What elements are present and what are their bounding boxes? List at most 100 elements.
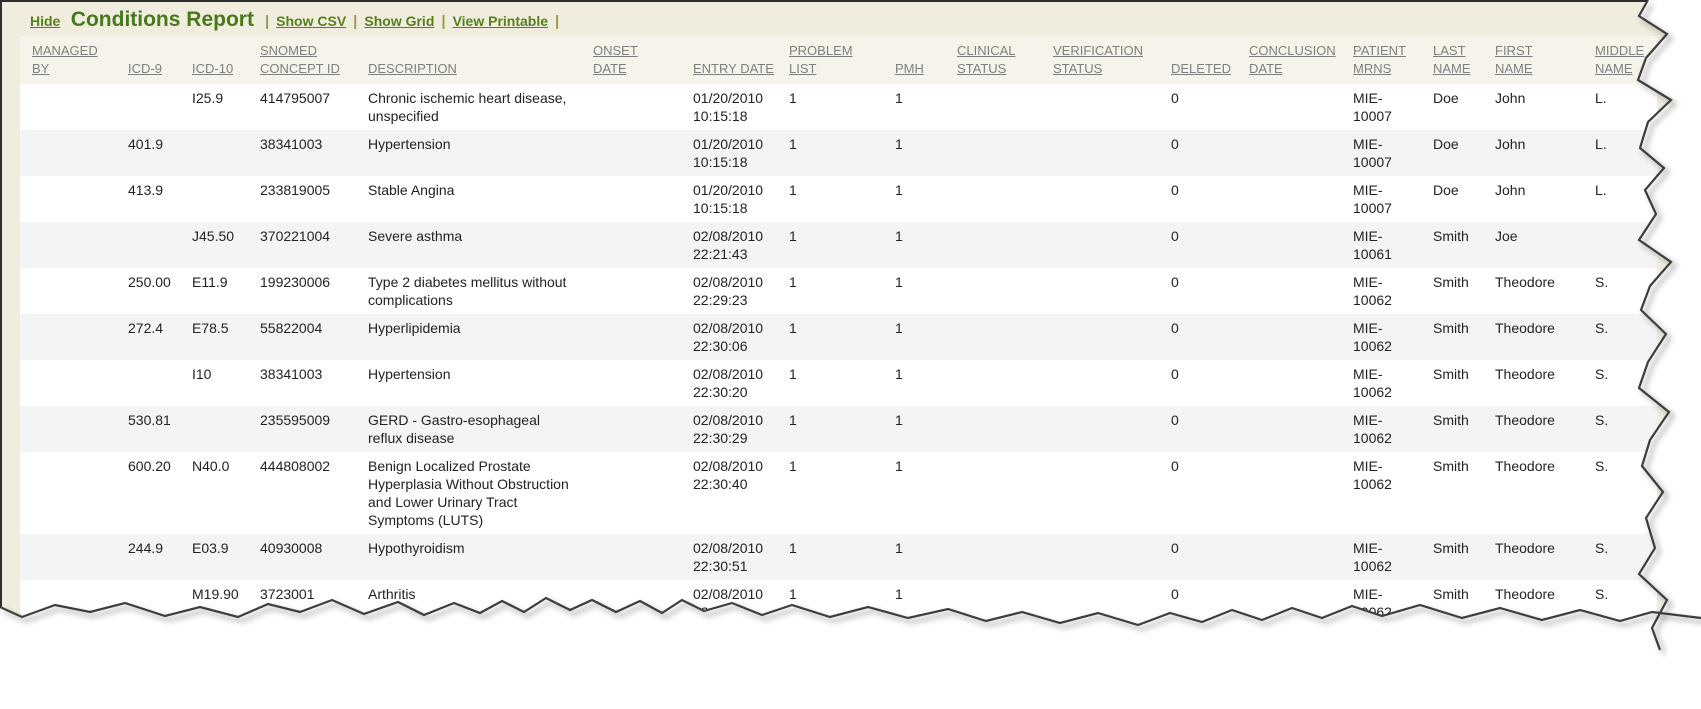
cell-snomed_concept_id: 233819005 xyxy=(252,176,360,222)
column-header-label: FIRST xyxy=(1495,42,1579,60)
cell-description: Type 2 diabetes mellitus without complic… xyxy=(360,268,585,314)
column-header-deleted[interactable]: DELETED xyxy=(1163,36,1241,84)
cell-text: John xyxy=(1495,89,1579,107)
cell-text: John xyxy=(1495,181,1579,199)
cell-text: 0 xyxy=(1171,181,1233,199)
cell-text: 1 xyxy=(895,135,941,153)
cell-last_name: Smith xyxy=(1425,314,1487,360)
cell-icd10 xyxy=(184,176,252,222)
cell-first_name: Theodore xyxy=(1487,314,1587,360)
cell-verification_status xyxy=(1045,360,1163,406)
column-header-label: LIST xyxy=(789,60,879,78)
cell-middle_name: S. xyxy=(1587,534,1657,580)
cell-text: 0 xyxy=(1171,585,1233,603)
cell-onset_date xyxy=(585,314,685,360)
link-separator: | xyxy=(346,13,364,30)
cell-text: 1 xyxy=(789,89,879,107)
cell-text: S. xyxy=(1595,319,1649,337)
column-header-icd10[interactable]: ICD-10 xyxy=(184,36,252,84)
cell-text: I10 xyxy=(192,365,244,383)
cell-last_name: Doe xyxy=(1425,130,1487,176)
column-header-last_name[interactable]: LASTNAME xyxy=(1425,36,1487,84)
column-header-label: DESCRIPTION xyxy=(368,60,577,78)
cell-snomed_concept_id: 38341003 xyxy=(252,130,360,176)
column-header-verification_status[interactable]: VERIFICATIONSTATUS xyxy=(1045,36,1163,84)
column-header-label: STATUS xyxy=(957,60,1037,78)
cell-icd9: 272.4 xyxy=(120,314,184,360)
cell-text: Theodore xyxy=(1495,365,1579,383)
cell-patient_mrns: MIE-10062 xyxy=(1345,452,1425,534)
cell-managed_by xyxy=(20,580,120,626)
cell-conclusion_date xyxy=(1241,130,1345,176)
show-csv-link[interactable]: Show CSV xyxy=(276,13,346,29)
cell-pmh: 1 xyxy=(887,176,949,222)
cell-text: Type 2 diabetes mellitus without complic… xyxy=(368,273,577,309)
cell-pmh: 1 xyxy=(887,360,949,406)
table-row: 600.20N40.0444808002Benign Localized Pro… xyxy=(20,452,1657,534)
hide-link[interactable]: Hide xyxy=(30,13,60,29)
view-printable-link[interactable]: View Printable xyxy=(453,13,548,29)
cell-icd9: 401.9 xyxy=(120,130,184,176)
cell-text: 02/08/2010 xyxy=(693,585,773,603)
column-header-patient_mrns[interactable]: PATIENTMRNS xyxy=(1345,36,1425,84)
cell-entry_date: 02/08/201022:29:23 xyxy=(685,268,781,314)
cell-managed_by xyxy=(20,176,120,222)
cell-middle_name: S. xyxy=(1587,268,1657,314)
cell-onset_date xyxy=(585,268,685,314)
cell-description: Chronic ischemic heart disease, unspecif… xyxy=(360,84,585,130)
cell-entry_date: 01/20/201010:15:18 xyxy=(685,84,781,130)
column-header-onset_date[interactable]: ONSETDATE xyxy=(585,36,685,84)
conditions-report-page: Hide Conditions Report|Show CSV|Show Gri… xyxy=(0,0,1701,709)
show-grid-link[interactable]: Show Grid xyxy=(364,13,434,29)
cell-middle_name: S. xyxy=(1587,580,1657,626)
cell-patient_mrns: MIE-10007 xyxy=(1345,176,1425,222)
cell-snomed_concept_id: 414795007 xyxy=(252,84,360,130)
column-header-description[interactable]: DESCRIPTION xyxy=(360,36,585,84)
column-header-snomed_concept_id[interactable]: SNOMEDCONCEPT ID xyxy=(252,36,360,84)
column-header-label: CONCEPT ID xyxy=(260,60,352,78)
column-header-first_name[interactable]: FIRSTNAME xyxy=(1487,36,1587,84)
cell-conclusion_date xyxy=(1241,406,1345,452)
cell-clinical_status xyxy=(949,406,1045,452)
cell-icd10: I10 xyxy=(184,360,252,406)
cell-text: 01/20/2010 xyxy=(693,89,773,107)
cell-onset_date xyxy=(585,580,685,626)
cell-patient_mrns: MIE-10062 xyxy=(1345,314,1425,360)
cell-text: 02/08/2010 xyxy=(693,365,773,383)
cell-text: L. xyxy=(1595,135,1649,153)
column-header-middle_name[interactable]: MIDDLENAME xyxy=(1587,36,1657,84)
column-header-label: CLINICAL xyxy=(957,42,1037,60)
cell-text: 01/20/2010 xyxy=(693,181,773,199)
cell-conclusion_date xyxy=(1241,452,1345,534)
cell-text: M19.90 xyxy=(192,585,244,603)
column-header-icd9[interactable]: ICD-9 xyxy=(120,36,184,84)
column-header-conclusion_date[interactable]: CONCLUSIONDATE xyxy=(1241,36,1345,84)
cell-problem_list: 1 xyxy=(781,534,887,580)
cell-text: 1 xyxy=(789,365,879,383)
cell-last_name: Smith xyxy=(1425,452,1487,534)
cell-entry_date: 01/20/201010:15:18 xyxy=(685,130,781,176)
link-separator: | xyxy=(434,13,452,30)
cell-deleted: 0 xyxy=(1163,360,1241,406)
table-row: I1038341003Hypertension02/08/201022:30:2… xyxy=(20,360,1657,406)
cell-text: 0 xyxy=(1171,411,1233,429)
column-header-pmh[interactable]: PMH xyxy=(887,36,949,84)
column-header-managed_by[interactable]: MANAGEDBY xyxy=(20,36,120,84)
cell-text: 1 xyxy=(895,411,941,429)
cell-text: 10:15:18 xyxy=(693,153,773,171)
column-header-clinical_status[interactable]: CLINICALSTATUS xyxy=(949,36,1045,84)
cell-managed_by xyxy=(20,452,120,534)
cell-managed_by xyxy=(20,360,120,406)
column-header-entry_date[interactable]: ENTRY DATE xyxy=(685,36,781,84)
cell-verification_status xyxy=(1045,580,1163,626)
cell-text: GERD - Gastro-esophageal reflux disease xyxy=(368,411,577,447)
cell-text: S. xyxy=(1595,273,1649,291)
cell-patient_mrns: MIE-10062 xyxy=(1345,534,1425,580)
column-header-problem_list[interactable]: PROBLEMLIST xyxy=(781,36,887,84)
cell-text: 0 xyxy=(1171,365,1233,383)
column-header-label: DATE xyxy=(593,60,677,78)
cell-text: 233819005 xyxy=(260,181,352,199)
cell-pmh: 1 xyxy=(887,452,949,534)
cell-icd10 xyxy=(184,130,252,176)
cell-text: Benign Localized Prostate Hyperplasia Wi… xyxy=(368,457,577,529)
